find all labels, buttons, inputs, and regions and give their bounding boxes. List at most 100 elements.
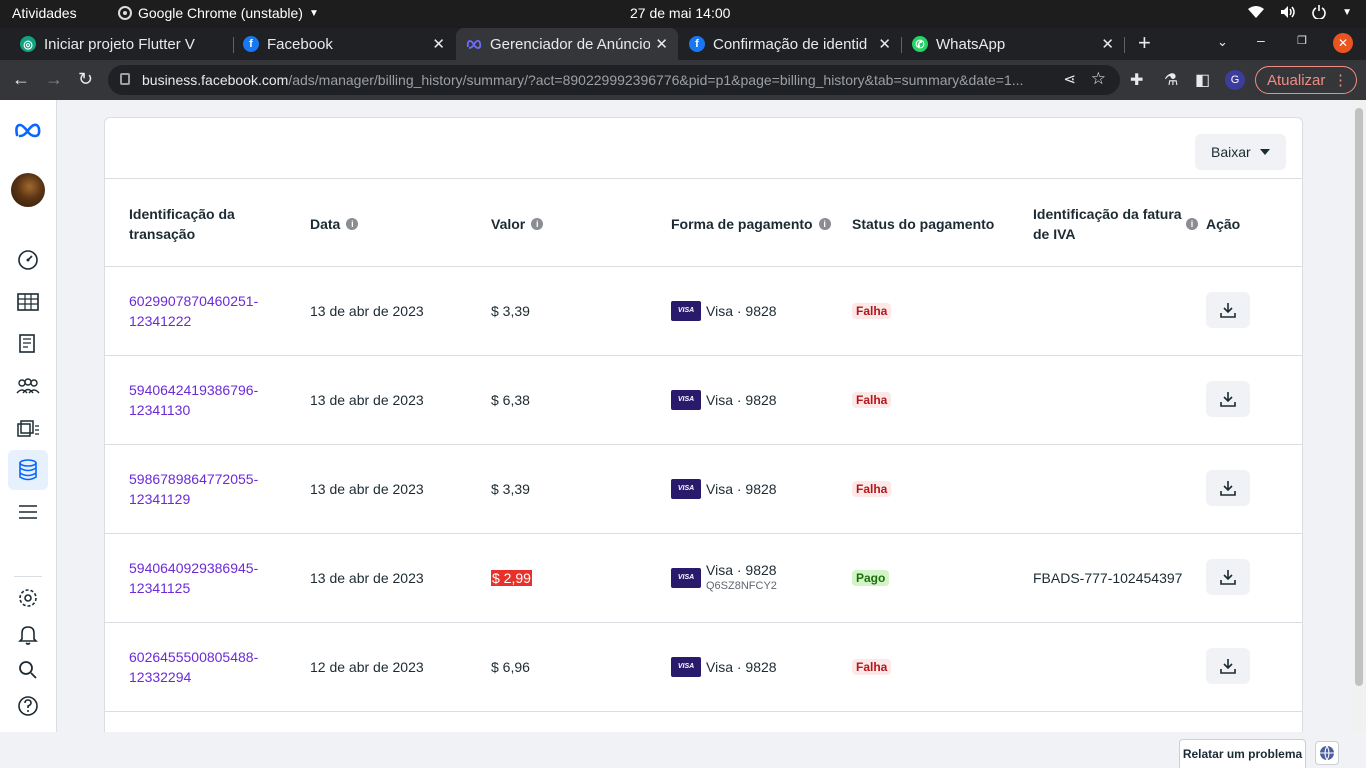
- download-label: Baixar: [1211, 144, 1251, 160]
- all-tools-menu-icon[interactable]: [14, 498, 42, 526]
- share-icon[interactable]: ⋖: [1063, 70, 1076, 88]
- notifications-bell-icon[interactable]: [14, 621, 42, 649]
- account-avatar[interactable]: [11, 173, 45, 207]
- maximize-icon[interactable]: ❐: [1297, 34, 1307, 47]
- payment-status-cell: Falha: [852, 267, 892, 355]
- download-receipt-button[interactable]: [1206, 470, 1250, 506]
- column-header-payment-status: Status do pagamento: [852, 215, 995, 232]
- audience-people-icon[interactable]: [14, 372, 42, 400]
- window-close-icon[interactable]: ✕: [1333, 33, 1353, 53]
- forward-icon[interactable]: →: [45, 69, 63, 90]
- download-dropdown-button[interactable]: Baixar: [1195, 134, 1286, 170]
- search-icon[interactable]: [14, 656, 42, 684]
- profile-avatar[interactable]: G: [1225, 70, 1245, 90]
- app-menu[interactable]: Google Chrome (unstable) ▼: [118, 5, 319, 21]
- close-icon[interactable]: ✕: [432, 35, 445, 53]
- billing-database-icon[interactable]: [8, 450, 48, 490]
- clock[interactable]: 27 de mai 14:00: [630, 5, 730, 21]
- close-icon[interactable]: ✕: [655, 35, 668, 53]
- info-icon[interactable]: i: [531, 217, 544, 230]
- performance-gauge-icon[interactable]: [14, 246, 42, 274]
- date-cell: 13 de abr de 2023: [310, 481, 424, 497]
- close-icon[interactable]: ✕: [1101, 35, 1114, 53]
- nav-divider: [14, 576, 42, 577]
- report-problem-button[interactable]: Relatar um problema: [1179, 739, 1306, 768]
- caret-down-icon: [1260, 149, 1270, 155]
- table-row: 5986789864772055- 12341129 13 de abr de 2…: [105, 445, 1302, 534]
- tab-title: Iniciar projeto Flutter V: [44, 35, 195, 53]
- status-badge: Falha: [852, 303, 892, 319]
- visa-card-icon: VISA: [671, 301, 701, 321]
- column-header-amount[interactable]: Valor i: [491, 179, 544, 268]
- globe-icon[interactable]: [1315, 741, 1339, 765]
- amount-cell: $ 6,38: [491, 356, 530, 444]
- bottom-bar: Relatar um problema: [0, 732, 1366, 768]
- ads-library-icon[interactable]: [14, 414, 42, 442]
- tab-strip: ◎ Iniciar projeto Flutter V f Facebook ✕…: [0, 28, 1366, 60]
- chatgpt-icon: ◎: [20, 36, 36, 52]
- table-row: 5940640929386945- 12341125 13 de abr de 2…: [105, 534, 1302, 623]
- back-icon[interactable]: ←: [12, 69, 30, 90]
- tab-title: WhatsApp: [936, 35, 1006, 53]
- status-badge: Falha: [852, 392, 892, 408]
- amount-value: $ 6,96: [491, 659, 530, 675]
- settings-gear-icon[interactable]: [14, 584, 42, 612]
- tab-title: Gerenciador de Anúncio: [490, 35, 650, 53]
- amount-value: $ 6,38: [491, 392, 530, 408]
- transaction-id-link[interactable]: 6026455500805488- 12332294: [129, 647, 279, 687]
- extensions-icon[interactable]: ✚: [1130, 70, 1143, 90]
- tab-flutter[interactable]: ◎ Iniciar projeto Flutter V: [10, 28, 232, 60]
- table-grid-icon[interactable]: [14, 288, 42, 316]
- download-icon: [1220, 481, 1236, 496]
- meta-icon: [466, 36, 482, 52]
- column-header-payment-method[interactable]: Forma de pagamento i: [671, 179, 831, 268]
- transaction-id-link[interactable]: 5940640929386945- 12341125: [129, 558, 279, 598]
- reload-icon[interactable]: ↻: [78, 69, 93, 90]
- amount-cell: $ 6,96: [491, 623, 530, 711]
- tab-ads-manager[interactable]: Gerenciador de Anúncio ✕: [456, 28, 678, 60]
- new-tab-icon[interactable]: +: [1138, 30, 1151, 56]
- chevron-down-icon: ▼: [1342, 6, 1352, 18]
- tab-facebook[interactable]: f Facebook ✕: [233, 28, 455, 60]
- tab-whatsapp[interactable]: ✆ WhatsApp ✕: [902, 28, 1124, 60]
- meta-logo-icon[interactable]: [14, 116, 42, 144]
- info-icon[interactable]: i: [818, 217, 831, 230]
- card-label: Visa · 9828: [706, 562, 777, 578]
- activities-button[interactable]: Atividades: [12, 5, 77, 21]
- amount-value: $ 3,39: [491, 303, 530, 319]
- system-tray[interactable]: ▼: [1248, 5, 1352, 19]
- labs-flask-icon[interactable]: ⚗: [1164, 70, 1178, 90]
- download-receipt-button[interactable]: [1206, 381, 1250, 417]
- transaction-id-link[interactable]: 5940642419386796- 12341130: [129, 380, 279, 420]
- minimize-icon[interactable]: –: [1257, 32, 1265, 48]
- lock-icon: [120, 73, 130, 85]
- tab-identity-confirmation[interactable]: f Confirmação de identid ✕: [679, 28, 901, 60]
- side-panel-icon[interactable]: ◧: [1195, 70, 1210, 90]
- download-receipt-button[interactable]: [1206, 648, 1250, 684]
- download-receipt-button[interactable]: [1206, 559, 1250, 595]
- date-cell: 13 de abr de 2023: [310, 392, 424, 408]
- column-header-date[interactable]: Data i: [310, 179, 359, 268]
- payment-method-cell: VISA Visa · 9828: [671, 623, 777, 711]
- help-question-icon[interactable]: [14, 692, 42, 720]
- transaction-id-link[interactable]: 5986789864772055- 12341129: [129, 469, 279, 509]
- pages-document-icon[interactable]: [14, 330, 42, 358]
- info-icon[interactable]: i: [1186, 218, 1198, 230]
- bookmark-star-icon[interactable]: ☆: [1091, 69, 1106, 89]
- info-icon[interactable]: i: [346, 217, 359, 230]
- visa-card-icon: VISA: [671, 568, 701, 588]
- update-button[interactable]: Atualizar ⋮: [1255, 66, 1357, 94]
- download-icon: [1220, 570, 1236, 585]
- address-bar[interactable]: business.facebook.com/ads/manager/billin…: [108, 65, 1120, 95]
- tab-search-icon[interactable]: ⌄: [1217, 34, 1228, 50]
- facebook-icon: f: [243, 36, 259, 52]
- scrollbar-thumb[interactable]: [1355, 108, 1363, 686]
- tab-title: Confirmação de identid: [713, 35, 868, 53]
- download-receipt-button[interactable]: [1206, 292, 1250, 328]
- page-scrollbar[interactable]: [1352, 100, 1366, 732]
- chevron-down-icon: ▼: [308, 7, 319, 19]
- column-header-action: Ação: [1206, 215, 1241, 232]
- browser-toolbar: ← → ↻ business.facebook.com/ads/manager/…: [0, 60, 1366, 100]
- transaction-id-link[interactable]: 6029907870460251- 12341222: [129, 291, 279, 331]
- close-icon[interactable]: ✕: [878, 35, 891, 53]
